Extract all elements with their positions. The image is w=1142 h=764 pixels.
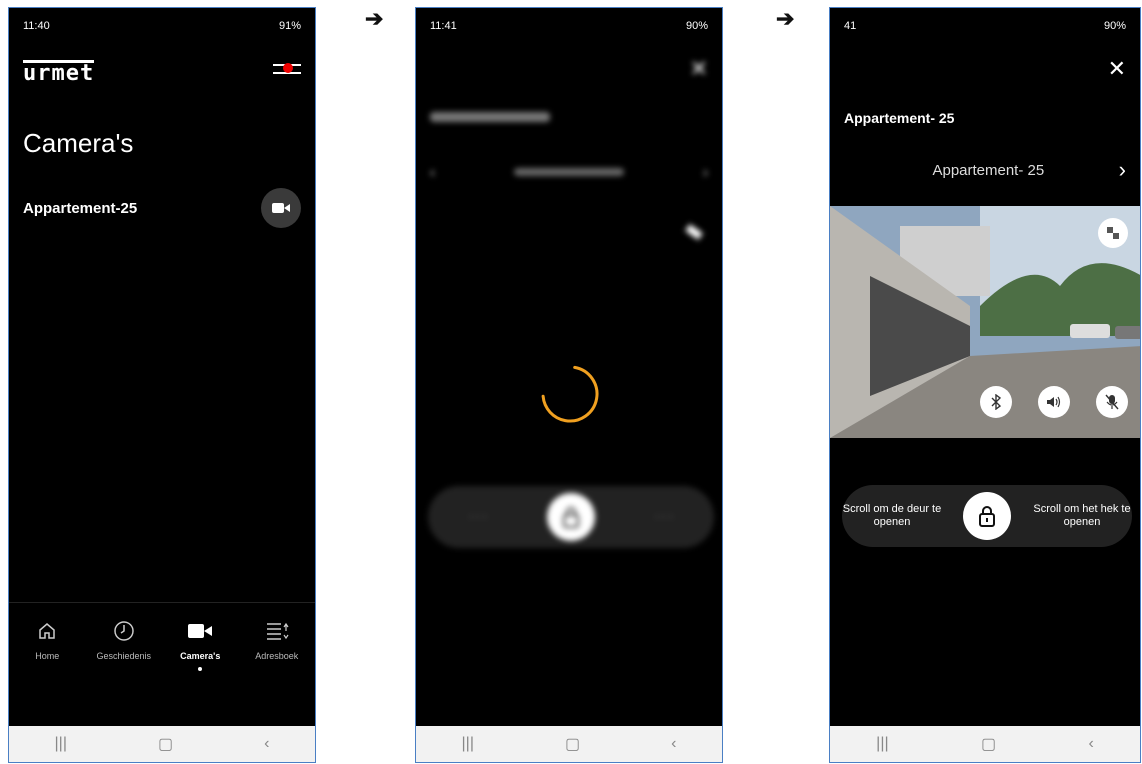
close-icon[interactable]: ✕ bbox=[690, 58, 708, 80]
tab-cameras[interactable]: Camera's bbox=[163, 617, 237, 726]
tab-adresboek-label: Adresboek bbox=[255, 651, 299, 661]
tab-home-label: Home bbox=[35, 651, 60, 661]
recent-apps-icon[interactable]: ||| bbox=[55, 735, 67, 753]
status-battery: 91% bbox=[278, 20, 301, 32]
status-battery: 90% bbox=[685, 20, 708, 32]
status-bar: 11:40 91% bbox=[23, 18, 301, 34]
bottom-tab-bar: Home Geschiedenis Camera's Adresboek bbox=[9, 602, 315, 726]
status-battery: 90% bbox=[1103, 20, 1126, 32]
menu-notification-button[interactable] bbox=[273, 60, 301, 78]
close-icon[interactable]: ✕ bbox=[1108, 58, 1126, 80]
tab-cameras-label: Camera's bbox=[180, 651, 221, 661]
bluetooth-button[interactable] bbox=[980, 386, 1012, 418]
microphone-muted-icon bbox=[1105, 394, 1119, 410]
selector-label: Appartement- 25 bbox=[932, 161, 1045, 179]
apartment-title-placeholder bbox=[430, 112, 550, 122]
home-button-icon[interactable]: ▢ bbox=[981, 734, 996, 754]
video-camera-icon bbox=[188, 624, 213, 638]
apartment-title: Appartement- 25 bbox=[844, 110, 955, 126]
loading-spinner-icon bbox=[541, 365, 599, 423]
recent-apps-icon[interactable]: ||| bbox=[876, 735, 888, 753]
microphone-mute-button[interactable] bbox=[1096, 386, 1128, 418]
next-icon[interactable]: › bbox=[703, 164, 708, 181]
page-title: Camera's bbox=[23, 128, 134, 158]
open-camera-button[interactable] bbox=[261, 188, 301, 228]
tab-adresboek[interactable]: Adresboek bbox=[240, 617, 314, 726]
tab-home[interactable]: Home bbox=[10, 617, 84, 726]
system-navigation-bar: ||| ▢ ‹ bbox=[830, 726, 1140, 762]
urmet-logo: urmet bbox=[23, 60, 95, 86]
home-button-icon[interactable]: ▢ bbox=[565, 734, 580, 754]
recent-apps-icon[interactable]: ||| bbox=[462, 735, 474, 753]
screen-live-video: 41 90% ✕ Appartement- 25 Appartement- 25… bbox=[829, 7, 1141, 763]
apartment-selector[interactable]: Appartement- 25 › bbox=[844, 157, 1126, 183]
apartment-selector[interactable]: ‹ › bbox=[430, 160, 708, 184]
status-time: 11:41 bbox=[430, 20, 457, 32]
selector-label-placeholder bbox=[514, 168, 624, 176]
back-icon[interactable]: ‹ bbox=[264, 735, 269, 753]
expand-icon bbox=[1107, 227, 1119, 239]
unlock-slider[interactable]: Scroll om de deur te openen Scroll om he… bbox=[842, 485, 1132, 547]
back-icon[interactable]: ‹ bbox=[671, 735, 676, 753]
clock-icon bbox=[114, 621, 134, 641]
lock-icon[interactable] bbox=[963, 492, 1011, 540]
status-bar: 11:41 90% bbox=[430, 18, 708, 34]
speaker-button[interactable] bbox=[1038, 386, 1070, 418]
arrow-right-icon: ➔ bbox=[365, 6, 384, 31]
speaker-icon bbox=[1047, 396, 1061, 408]
status-time: 41 bbox=[844, 20, 857, 32]
status-time: 11:40 bbox=[23, 20, 50, 32]
address-book-icon bbox=[266, 622, 289, 640]
prev-icon[interactable]: ‹ bbox=[430, 164, 435, 181]
camera-list-item[interactable]: Appartement-25 bbox=[23, 188, 301, 228]
next-icon[interactable]: › bbox=[1119, 157, 1126, 183]
scroll-door-text-placeholder: · · · bbox=[469, 510, 487, 523]
screen-camera-list: 11:40 91% urmet Camera's Appartement-25 … bbox=[8, 7, 316, 763]
tab-geschiedenis-label: Geschiedenis bbox=[96, 651, 152, 661]
bluetooth-icon bbox=[991, 394, 1002, 410]
fullscreen-icon[interactable] bbox=[685, 224, 703, 240]
scroll-door-text: Scroll om de deur te openen bbox=[842, 503, 942, 528]
status-bar: 41 90% bbox=[844, 18, 1126, 34]
screen-loading: 11:41 90% ✕ ‹ › · · · · · · ||| ▢ ‹ bbox=[415, 7, 723, 763]
lock-icon[interactable] bbox=[547, 493, 595, 541]
home-button-icon[interactable]: ▢ bbox=[158, 734, 173, 754]
notification-dot-icon bbox=[283, 63, 293, 73]
unlock-slider[interactable]: · · · · · · bbox=[428, 486, 714, 548]
back-icon[interactable]: ‹ bbox=[1088, 735, 1093, 753]
system-navigation-bar: ||| ▢ ‹ bbox=[416, 726, 722, 762]
video-camera-icon bbox=[272, 203, 290, 213]
scroll-gate-text: Scroll om het hek te openen bbox=[1033, 503, 1131, 528]
system-navigation-bar: ||| ▢ ‹ bbox=[9, 726, 315, 762]
scroll-gate-text-placeholder: · · · bbox=[655, 510, 673, 523]
fullscreen-button[interactable] bbox=[1098, 218, 1128, 248]
arrow-right-icon: ➔ bbox=[776, 6, 795, 31]
active-tab-indicator bbox=[198, 667, 203, 671]
home-icon bbox=[39, 623, 55, 639]
tab-geschiedenis[interactable]: Geschiedenis bbox=[87, 617, 161, 726]
apartment-label: Appartement-25 bbox=[23, 199, 138, 217]
